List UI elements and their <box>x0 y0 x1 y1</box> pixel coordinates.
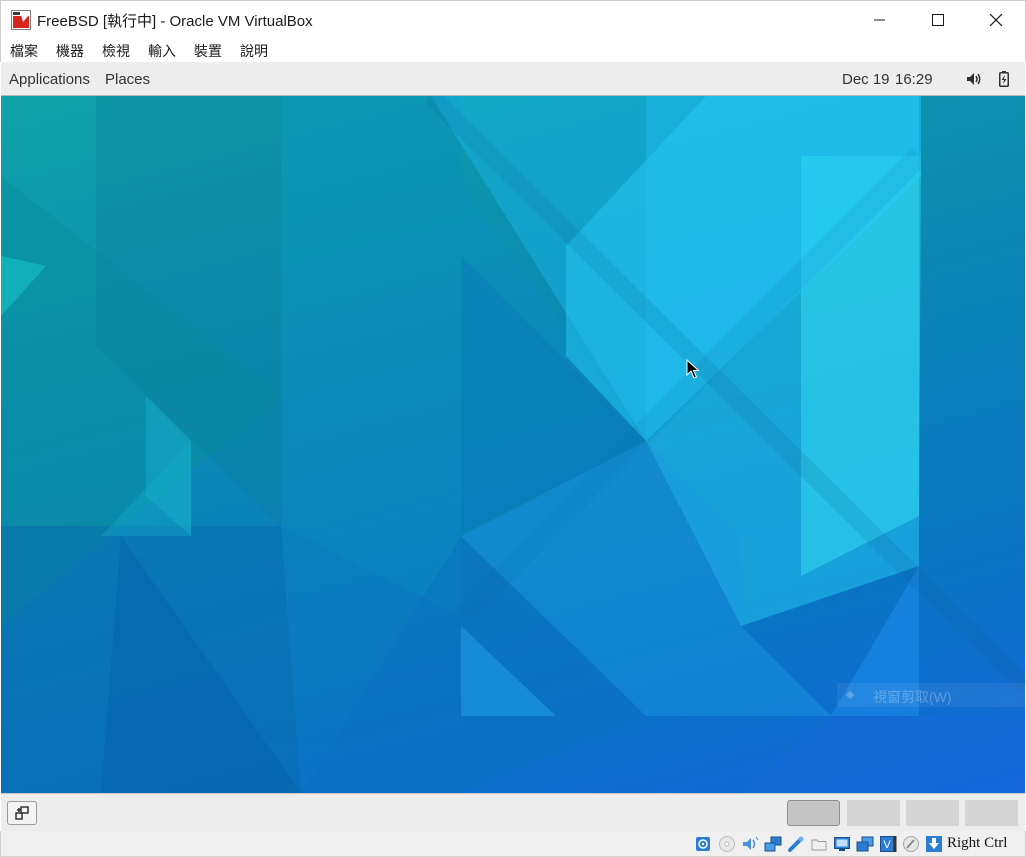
svg-text:V: V <box>883 839 891 851</box>
network-icon[interactable] <box>763 834 783 854</box>
places-menu[interactable]: Places <box>105 71 150 88</box>
show-desktop-icon <box>15 806 29 820</box>
close-icon <box>990 14 1002 26</box>
gnome-top-panel: Applications Places Dec 19 16:29 <box>1 62 1025 96</box>
menu-input[interactable]: 輸入 <box>148 41 176 61</box>
ghost-bullet-icon <box>845 690 855 700</box>
clock-time[interactable]: 16:29 <box>895 71 933 88</box>
maximize-button[interactable] <box>909 1 967 39</box>
menu-devices[interactable]: 裝置 <box>194 41 222 61</box>
desktop-wallpaper[interactable]: 視窗剪取(W) <box>1 96 1025 793</box>
menu-view[interactable]: 檢視 <box>102 41 130 61</box>
menu-file[interactable]: 檔案 <box>10 41 38 61</box>
ghost-window-snip-label: 視窗剪取(W) <box>873 689 952 705</box>
menu-machine[interactable]: 機器 <box>56 41 84 61</box>
applications-menu[interactable]: Applications <box>9 71 90 88</box>
menu-help[interactable]: 說明 <box>240 41 268 61</box>
mouse-integration-icon[interactable] <box>901 834 921 854</box>
window-title-bar[interactable]: FreeBSD [執行中] - Oracle VM VirtualBox <box>0 0 1026 38</box>
hard-disk-icon[interactable] <box>693 834 713 854</box>
window-title: FreeBSD [執行中] - Oracle VM VirtualBox <box>37 13 313 30</box>
workspace-3[interactable] <box>906 800 959 826</box>
show-desktop-button[interactable] <box>7 801 37 825</box>
menu-bar: 檔案 機器 檢視 輸入 裝置 說明 <box>0 38 1026 62</box>
gnome-bottom-panel <box>1 793 1025 831</box>
optical-drive-icon[interactable] <box>717 834 737 854</box>
close-button[interactable] <box>967 1 1025 39</box>
usb-icon[interactable] <box>786 834 806 854</box>
host-key-label: Right Ctrl <box>947 835 1008 851</box>
ghost-window-snip-item: 視窗剪取(W) <box>837 683 1025 707</box>
battery-icon[interactable] <box>995 70 1013 88</box>
host-key-arrow-icon[interactable] <box>924 834 944 854</box>
workspace-4[interactable] <box>965 800 1018 826</box>
minimize-button[interactable] <box>851 1 909 39</box>
display-icon[interactable] <box>832 834 852 854</box>
maximize-icon <box>932 14 944 26</box>
shared-folders-icon[interactable] <box>809 834 829 854</box>
clock-date[interactable]: Dec 19 <box>842 71 890 88</box>
workspace-1[interactable] <box>787 800 840 826</box>
virtualbox-vm-icon <box>11 10 31 30</box>
status-bar: V Right Ctrl <box>0 831 1026 857</box>
minimize-icon <box>874 19 885 21</box>
video-capture-icon[interactable] <box>855 834 875 854</box>
audio-icon[interactable] <box>740 834 760 854</box>
vt-x-icon[interactable]: V <box>878 834 898 854</box>
workspace-2[interactable] <box>847 800 900 826</box>
volume-icon[interactable] <box>965 70 983 88</box>
